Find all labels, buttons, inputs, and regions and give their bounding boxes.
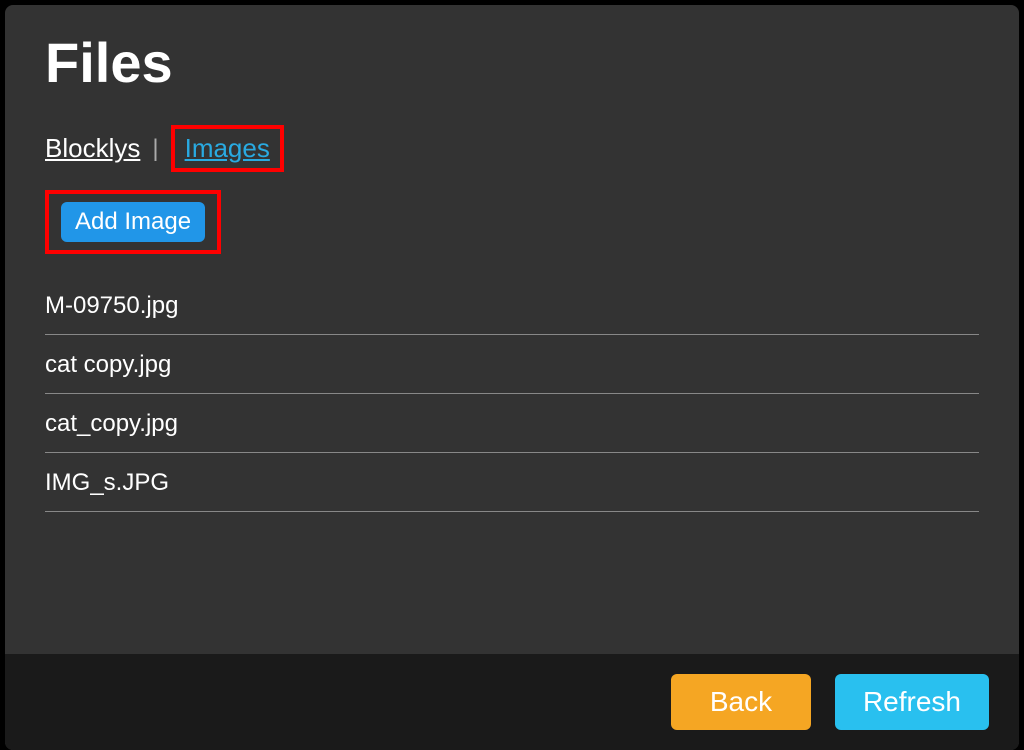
file-item[interactable]: cat copy.jpg [45,335,979,394]
files-modal: Files Blocklys | Images Add Image M-0975… [5,5,1019,750]
add-image-button[interactable]: Add Image [61,202,205,242]
file-list: M-09750.jpg cat copy.jpg cat_copy.jpg IM… [45,276,979,512]
refresh-button[interactable]: Refresh [835,674,989,730]
highlight-add-button: Add Image [45,190,221,254]
back-button[interactable]: Back [671,674,811,730]
tab-blocklys[interactable]: Blocklys [45,133,140,164]
tab-separator: | [152,135,158,163]
file-item[interactable]: cat_copy.jpg [45,394,979,453]
file-item[interactable]: M-09750.jpg [45,276,979,335]
modal-footer: Back Refresh [5,654,1019,750]
highlight-images-tab: Images [171,125,284,172]
modal-content: Files Blocklys | Images Add Image M-0975… [5,5,1019,654]
file-item[interactable]: IMG_s.JPG [45,453,979,512]
page-title: Files [45,30,979,95]
tab-images[interactable]: Images [185,133,270,164]
tabs-row: Blocklys | Images [45,125,979,172]
